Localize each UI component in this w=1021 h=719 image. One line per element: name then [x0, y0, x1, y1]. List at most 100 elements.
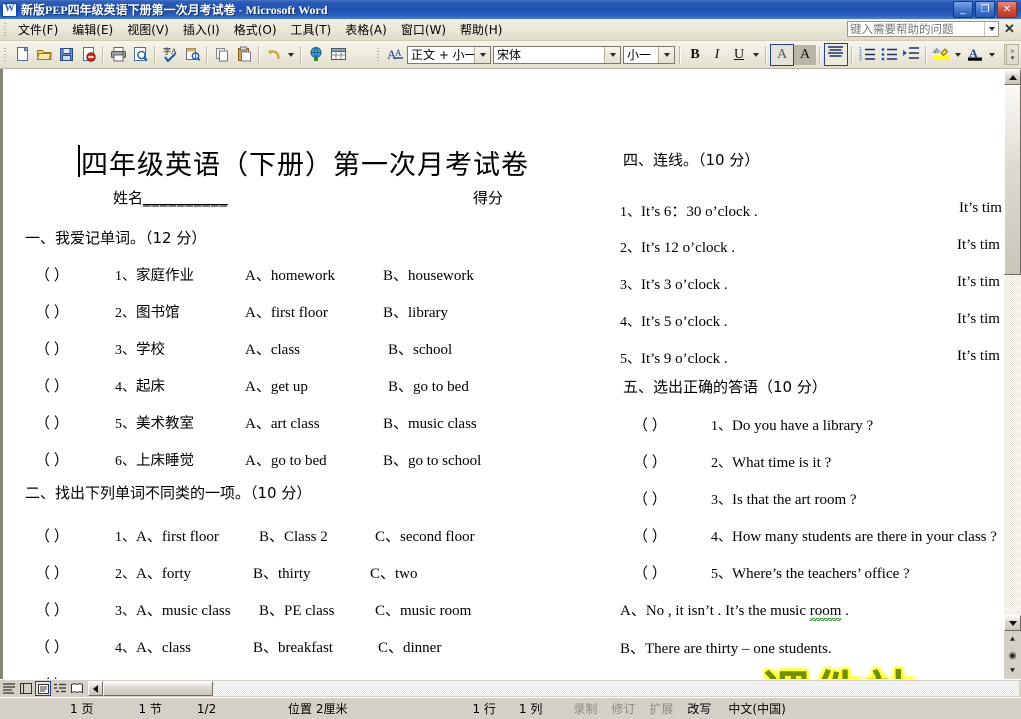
ask-a-question-input[interactable]: [848, 22, 984, 36]
answer-bracket[interactable]: （ ）: [633, 488, 711, 509]
vertical-scroll-track[interactable]: [1004, 85, 1021, 615]
window-title: 新版PEP四年级英语下册第一次月考试卷 - Microsoft Word: [21, 3, 328, 17]
option-b: B、housework: [383, 268, 474, 284]
scroll-down-button[interactable]: [1004, 615, 1021, 631]
print-layout-view-button[interactable]: [35, 681, 51, 696]
answer-bracket[interactable]: （ ）: [35, 338, 115, 359]
bulleted-list-button[interactable]: [878, 44, 900, 66]
select-browse-object-button[interactable]: ◉: [1005, 648, 1020, 662]
close-button[interactable]: ✕: [997, 1, 1017, 18]
research-button[interactable]: [181, 44, 203, 66]
new-document-button[interactable]: [11, 44, 33, 66]
answer-bracket[interactable]: （ ）: [35, 301, 115, 322]
section-2-row-1: （ ） 1、A、first floor B、Class 2 C、second fl…: [35, 525, 475, 546]
toolbar-gripper-standard-icon[interactable]: [2, 46, 9, 63]
answer-bracket[interactable]: （ ）: [35, 525, 115, 546]
menu-gripper-icon[interactable]: [2, 21, 9, 38]
copy-button[interactable]: [211, 44, 233, 66]
character-border-button[interactable]: A: [770, 43, 794, 66]
answer-bracket[interactable]: （ ）: [633, 414, 711, 435]
font-size-combobox[interactable]: 小一: [623, 45, 675, 64]
print-preview-button[interactable]: [129, 44, 151, 66]
horizontal-scrollbar[interactable]: [88, 681, 1019, 696]
highlight-button[interactable]: ab: [930, 44, 952, 66]
answer-bracket[interactable]: （ ）: [35, 264, 115, 285]
print-button[interactable]: [107, 44, 129, 66]
open-button[interactable]: [33, 44, 55, 66]
answer-bracket[interactable]: （ ）: [35, 375, 115, 396]
style-dropdown-chevron-down-icon[interactable]: [474, 46, 490, 63]
font-dropdown-chevron-down-icon[interactable]: [604, 46, 620, 63]
horizontal-scroll-track[interactable]: [103, 681, 1019, 696]
status-extend-selection[interactable]: 扩展: [642, 700, 680, 717]
status-language[interactable]: 中文(中国): [718, 700, 792, 717]
highlight-dropdown-button[interactable]: [952, 44, 964, 66]
horizontal-scroll-thumb[interactable]: [103, 681, 213, 696]
status-record-macro[interactable]: 录制: [549, 700, 604, 717]
match-left: It’s 5 o’clock .: [641, 314, 728, 330]
item-number: 1、: [115, 269, 136, 284]
formatting-toolbar-options-button[interactable]: » ▾: [1006, 44, 1019, 65]
increase-indent-button[interactable]: [900, 44, 922, 66]
previous-page-button[interactable]: ⯅: [1005, 632, 1020, 646]
italic-button[interactable]: I: [706, 44, 728, 66]
menu-item-help[interactable]: 帮助(H): [453, 19, 509, 40]
permission-button[interactable]: [77, 44, 99, 66]
menu-item-file[interactable]: 文件(F): [11, 19, 65, 40]
align-button[interactable]: [824, 43, 848, 66]
style-combobox[interactable]: 正文 + 小一: [407, 45, 491, 64]
character-shading-button[interactable]: A: [794, 44, 816, 65]
menu-item-insert[interactable]: 插入(I): [176, 19, 227, 40]
normal-view-button[interactable]: [1, 681, 17, 696]
font-size-dropdown-chevron-down-icon[interactable]: [658, 46, 674, 63]
answer-bracket[interactable]: （ ）: [35, 562, 115, 583]
bold-button[interactable]: B: [684, 44, 706, 66]
spellcheck-button[interactable]: 字A: [159, 44, 181, 66]
styles-and-formatting-button[interactable]: AA: [384, 44, 406, 66]
chevron-down-icon[interactable]: [984, 22, 998, 36]
reading-layout-view-button[interactable]: [69, 681, 85, 696]
menu-item-table[interactable]: 表格(A): [338, 19, 394, 40]
vertical-scroll-thumb[interactable]: [1004, 85, 1021, 275]
answer-bracket[interactable]: （ ）: [633, 525, 711, 546]
answer-bracket[interactable]: （ ）: [633, 451, 711, 472]
answer-bracket[interactable]: （ ）: [35, 449, 115, 470]
scroll-up-button[interactable]: [1004, 69, 1021, 85]
arrow-down-icon: [1008, 620, 1017, 626]
numbered-list-button[interactable]: 123: [856, 44, 878, 66]
insert-table-button[interactable]: [327, 44, 349, 66]
answer-bracket[interactable]: （ ）: [633, 562, 711, 583]
font-color-dropdown-button[interactable]: [986, 44, 998, 66]
font-color-button[interactable]: A: [964, 44, 986, 66]
undo-dropdown-button[interactable]: [285, 44, 297, 66]
close-document-button[interactable]: ✕: [1002, 21, 1017, 37]
next-page-button[interactable]: ⯆: [1005, 664, 1020, 678]
menu-item-edit[interactable]: 编辑(E): [65, 19, 120, 40]
vertical-scrollbar[interactable]: ⯅ ◉ ⯆: [1003, 69, 1021, 679]
document-page[interactable]: 四年级英语（下册）第一次月考试卷 姓名__________ 得分 一、我爱记单词…: [0, 69, 1003, 679]
insert-hyperlink-button[interactable]: [305, 44, 327, 66]
font-combobox[interactable]: 宋体: [493, 45, 621, 64]
status-track-changes[interactable]: 修订: [604, 700, 642, 717]
answer-bracket[interactable]: （ ）: [35, 674, 115, 679]
menu-item-format[interactable]: 格式(O): [227, 19, 284, 40]
restore-button[interactable]: ❐: [975, 1, 995, 18]
ask-a-question-box[interactable]: [847, 21, 999, 37]
answer-bracket[interactable]: （ ）: [35, 599, 115, 620]
paste-button[interactable]: [233, 44, 255, 66]
outline-view-button[interactable]: [52, 681, 68, 696]
status-overtype[interactable]: 改写: [680, 700, 718, 717]
undo-button[interactable]: [263, 44, 285, 66]
answer-bracket[interactable]: （ ）: [35, 412, 115, 433]
menu-item-window[interactable]: 窗口(W): [394, 19, 453, 40]
menu-item-tools[interactable]: 工具(T): [284, 19, 339, 40]
underline-button[interactable]: U: [728, 44, 750, 66]
answer-bracket[interactable]: （ ）: [35, 636, 115, 657]
underline-dropdown-button[interactable]: [750, 44, 762, 66]
web-layout-view-button[interactable]: [18, 681, 34, 696]
toolbar-gripper-formatting-icon[interactable]: [375, 46, 382, 63]
scroll-left-button[interactable]: [88, 681, 103, 696]
minimize-button[interactable]: _: [953, 1, 973, 18]
save-button[interactable]: [55, 44, 77, 66]
menu-item-view[interactable]: 视图(V): [120, 19, 176, 40]
